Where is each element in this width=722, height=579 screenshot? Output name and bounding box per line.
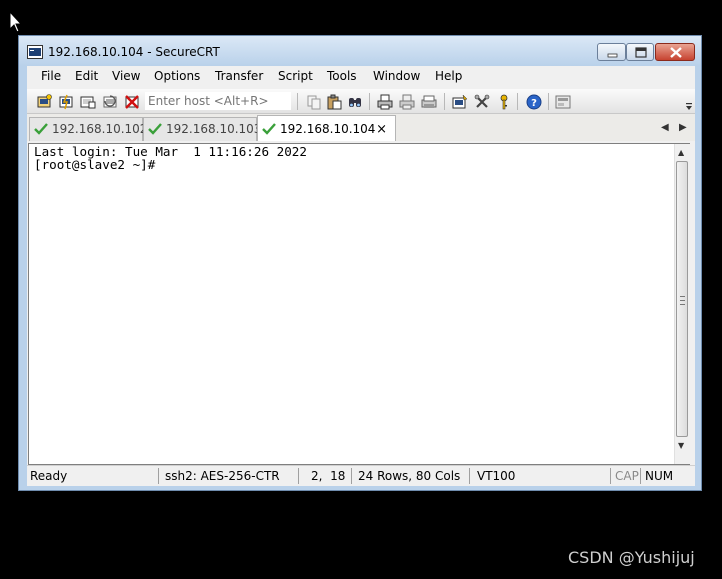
session-tab-bar: 192.168.10.102 192.168.10.103 192.168.10… (27, 114, 695, 141)
client-area: File Edit View Options Transfer Script T… (27, 66, 695, 486)
toolbar: ? (27, 89, 695, 114)
status-separator (351, 468, 352, 484)
reconnect-icon[interactable] (102, 94, 118, 110)
status-separator (158, 468, 159, 484)
menu-bar: File Edit View Options Transfer Script T… (27, 66, 695, 88)
terminal-area[interactable]: Last login: Tue Mar 1 11:16:26 2022 [roo… (28, 143, 690, 465)
status-cursor-position: 2, 18 (311, 469, 346, 483)
status-separator (298, 468, 299, 484)
maximize-button[interactable] (626, 43, 654, 61)
print-selection-icon[interactable] (399, 94, 415, 110)
close-tab-button[interactable]: × (376, 122, 387, 137)
menu-edit[interactable]: Edit (75, 69, 98, 83)
menu-help[interactable]: Help (435, 69, 462, 83)
watermark: CSDN @Yushijuj (568, 548, 695, 567)
session-tab-label: 192.168.10.102 (52, 122, 148, 136)
menu-script[interactable]: Script (278, 69, 313, 83)
tab-scroll-left-icon[interactable]: ◀ (661, 122, 669, 133)
menu-options[interactable]: Options (154, 69, 200, 83)
maximize-icon (635, 47, 647, 58)
session-tab-1[interactable]: 192.168.10.102 (29, 117, 147, 141)
find-icon[interactable] (347, 94, 363, 110)
mouse-pointer-icon (9, 11, 23, 33)
quick-connect-icon[interactable] (58, 94, 74, 110)
keymap-icon[interactable] (496, 94, 512, 110)
toolbar-separator (297, 93, 298, 110)
disconnect-icon[interactable] (124, 94, 140, 110)
status-separator (640, 468, 641, 484)
session-options-icon[interactable] (452, 94, 468, 110)
status-ready: Ready (30, 469, 68, 483)
connected-check-icon (34, 123, 48, 135)
global-options-icon[interactable] (474, 94, 490, 110)
session-tab-3-active[interactable]: 192.168.10.104 × (257, 115, 396, 141)
minimize-icon (607, 53, 618, 58)
terminal-prompt-line: [root@slave2 ~]# (34, 157, 156, 172)
session-tab-label: 192.168.10.104 (280, 122, 376, 136)
securecrt-window: 192.168.10.104 - SecureCRT File Edit Vie… (18, 35, 702, 491)
toolbar-separator (517, 93, 518, 110)
status-num-lock: NUM (645, 469, 674, 483)
toolbar-separator (444, 93, 445, 110)
window-title: 192.168.10.104 - SecureCRT (48, 45, 220, 59)
status-separator (610, 468, 611, 484)
minimize-button[interactable] (597, 43, 626, 61)
toolbar-separator (548, 93, 549, 110)
svg-text:?: ? (531, 98, 537, 109)
status-dimensions: 24 Rows, 80 Cols (358, 469, 461, 483)
toolbar-overflow-icon[interactable] (685, 103, 693, 111)
menu-window[interactable]: Window (373, 69, 420, 83)
status-separator (469, 468, 470, 484)
menu-view[interactable]: View (112, 69, 140, 83)
connect-in-tab-icon[interactable] (80, 94, 96, 110)
status-bar: Ready ssh2: AES-256-CTR 2, 18 24 Rows, 8… (27, 465, 695, 486)
scrollbar-thumb[interactable] (676, 161, 688, 437)
connected-check-icon (148, 123, 162, 135)
close-window-button[interactable] (655, 43, 695, 61)
copy-icon[interactable] (306, 94, 322, 110)
print-screen-icon[interactable] (421, 94, 437, 110)
help-icon[interactable]: ? (526, 94, 542, 110)
menu-transfer[interactable]: Transfer (215, 69, 263, 83)
toolbar-separator (369, 93, 370, 110)
close-icon (670, 47, 682, 58)
sftp-icon[interactable] (555, 94, 571, 110)
scroll-up-icon[interactable]: ▲ (678, 148, 684, 157)
status-emulation: VT100 (477, 469, 516, 483)
print-icon[interactable] (377, 94, 393, 110)
connected-check-icon (262, 123, 276, 135)
vertical-scrollbar[interactable]: ▲ ▼ (674, 144, 690, 464)
scrollbar-grip-icon (680, 296, 685, 305)
session-tab-label: 192.168.10.103 (166, 122, 262, 136)
menu-tools[interactable]: Tools (327, 69, 357, 83)
title-bar[interactable]: 192.168.10.104 - SecureCRT (19, 36, 701, 66)
enter-host-input[interactable] (145, 92, 291, 110)
status-caps-lock: CAP (615, 469, 639, 483)
scroll-down-icon[interactable]: ▼ (678, 441, 684, 450)
menu-file[interactable]: File (41, 69, 61, 83)
status-protocol: ssh2: AES-256-CTR (165, 469, 280, 483)
paste-icon[interactable] (326, 94, 342, 110)
session-tab-2[interactable]: 192.168.10.103 (143, 117, 261, 141)
tab-scroll-right-icon[interactable]: ▶ (679, 122, 687, 133)
securecrt-app-icon[interactable] (27, 45, 43, 59)
connect-icon[interactable] (36, 94, 52, 110)
